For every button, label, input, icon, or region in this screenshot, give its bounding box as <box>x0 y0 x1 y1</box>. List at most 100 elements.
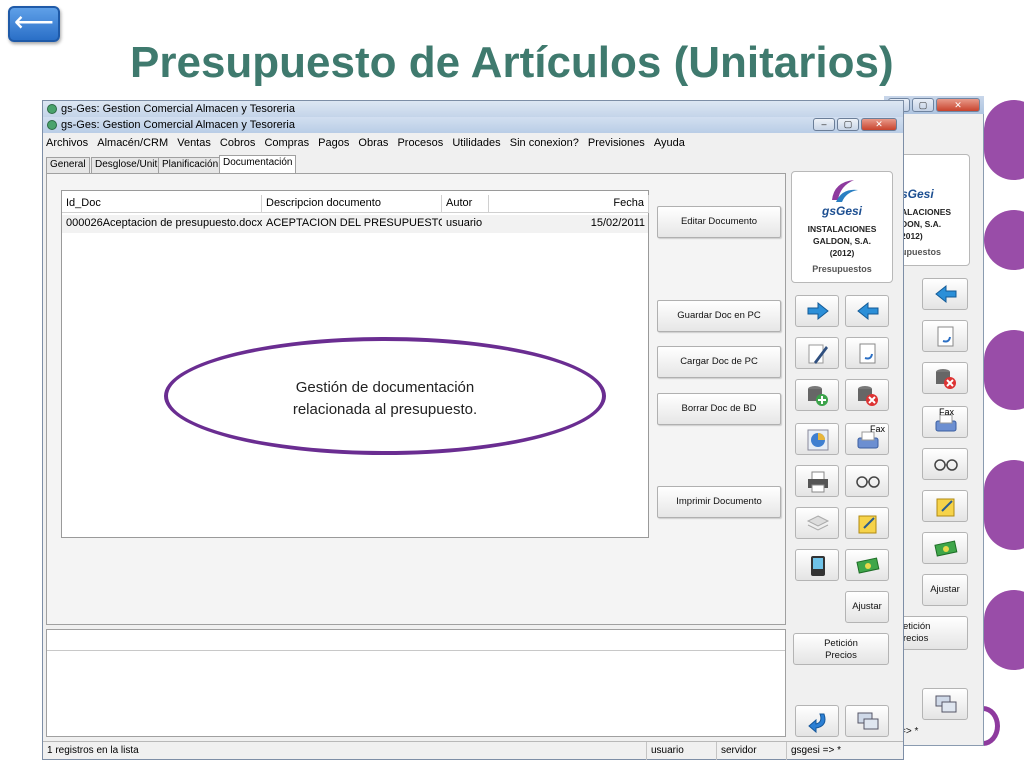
notes-icon <box>936 498 955 517</box>
background-maximize-button[interactable]: ▢ <box>912 98 934 112</box>
bottom-panel <box>46 629 786 737</box>
background-backward-button[interactable] <box>922 278 968 310</box>
background-peticion-precios-button[interactable]: etición recios <box>898 616 968 650</box>
layers-button[interactable] <box>795 507 839 539</box>
ajustar-button[interactable]: Ajustar <box>845 591 889 623</box>
menu-archivos[interactable]: Archivos <box>43 135 91 151</box>
windows-button[interactable] <box>845 705 889 737</box>
app-window: gs-Ges: Gestion Comercial Almacen y Teso… <box>42 100 904 760</box>
background-logo-subtitle: upuestos <box>901 247 942 257</box>
background-logo-line3: 2012) <box>901 231 923 241</box>
printer-icon <box>808 471 828 493</box>
background-logo-name: sGesi <box>901 187 934 201</box>
window-titlebar-outer: gs-Ges: Gestion Comercial Almacen y Teso… <box>43 101 903 117</box>
logo-company-line3: (2012) <box>829 248 855 258</box>
fax-label: Fax <box>870 424 886 434</box>
arrow-right-icon <box>807 301 829 321</box>
gsgesi-logo-icon <box>832 180 858 202</box>
database-delete-icon <box>936 369 956 389</box>
logo-name: gsGesi <box>821 204 863 218</box>
column-fecha[interactable]: Fecha <box>489 195 649 213</box>
background-notes-button[interactable] <box>922 490 968 522</box>
slide: ⟵ Presupuesto de Artículos (Unitarios) –… <box>0 0 1024 768</box>
app-icon <box>47 104 57 114</box>
database-delete-icon <box>858 386 878 406</box>
chart-button[interactable] <box>795 423 839 455</box>
db-add-button[interactable] <box>795 379 839 411</box>
tab-planificacion[interactable]: Planificación <box>158 157 223 173</box>
tab-documentacion[interactable]: Documentación <box>219 155 297 174</box>
backward-button[interactable] <box>845 295 889 327</box>
close-button[interactable]: ✕ <box>861 118 897 131</box>
print-document-button[interactable]: Imprimir Documento <box>657 486 781 518</box>
minimize-button[interactable]: – <box>813 118 835 131</box>
background-undo-doc-button[interactable] <box>922 320 968 352</box>
menu-sin-conexion[interactable]: Sin conexion? <box>507 135 582 151</box>
document-undo-icon <box>937 326 954 347</box>
menu-obras[interactable]: Obras <box>355 135 391 151</box>
menu-compras[interactable]: Compras <box>261 135 312 151</box>
peticion-precios-button[interactable]: Petición Precios <box>793 633 889 665</box>
peticion-line1: Petición <box>824 638 858 649</box>
menu-ayuda[interactable]: Ayuda <box>651 135 688 151</box>
column-id-doc[interactable]: Id_Doc <box>62 195 262 213</box>
background-money-button[interactable] <box>922 532 968 564</box>
column-autor[interactable]: Autor <box>442 195 489 213</box>
tab-desglose-unit[interactable]: Desglose/Unit <box>91 157 162 173</box>
background-windows-button[interactable] <box>922 688 968 720</box>
notes-button[interactable] <box>845 507 889 539</box>
annotation-callout: Gestión de documentación relacionada al … <box>164 337 606 455</box>
menu-bar: Archivos Almacén/CRM Ventas Cobros Compr… <box>43 135 903 153</box>
menu-pagos[interactable]: Pagos <box>315 135 352 151</box>
background-fax-button[interactable]: Fax <box>922 406 968 438</box>
windows-icon <box>935 695 957 713</box>
refresh-arrow-icon <box>808 713 826 734</box>
background-fax-label: Fax <box>939 407 955 417</box>
undo-doc-button[interactable] <box>845 337 889 369</box>
cell-descripcion: ACEPTACION DEL PRESUPUESTO <box>266 217 442 229</box>
cell-autor: usuario <box>446 217 483 229</box>
layers-icon <box>806 515 830 531</box>
back-arrow-icon: ⟵ <box>13 6 55 37</box>
pie-chart-icon <box>807 429 829 451</box>
delete-doc-bd-button[interactable]: Borrar Doc de BD <box>657 393 781 425</box>
status-db: gsgesi => * <box>791 745 842 756</box>
save-doc-pc-button[interactable]: Guardar Doc en PC <box>657 300 781 332</box>
status-server: servidor <box>717 742 787 760</box>
db-delete-button[interactable] <box>845 379 889 411</box>
refresh-button[interactable] <box>795 705 839 737</box>
fax-button[interactable]: Fax <box>845 423 889 455</box>
menu-utilidades[interactable]: Utilidades <box>449 135 503 151</box>
company-logo-panel: gsGesi INSTALACIONES GALDON, S.A. (2012)… <box>791 171 893 283</box>
menu-cobros[interactable]: Cobros <box>217 135 258 151</box>
column-descripcion[interactable]: Descripcion documento <box>262 195 442 213</box>
back-button[interactable]: ⟵ <box>8 6 60 42</box>
edit-document-button[interactable]: Editar Documento <box>657 206 781 238</box>
pda-button[interactable] <box>795 549 839 581</box>
background-swoosh <box>984 330 1024 410</box>
menu-procesos[interactable]: Procesos <box>394 135 446 151</box>
arrow-left-icon <box>857 301 879 321</box>
money-button[interactable] <box>845 549 889 581</box>
slide-title: Presupuesto de Artículos (Unitarios) <box>130 38 894 87</box>
background-db-delete-button[interactable] <box>922 362 968 394</box>
peticion-line2: Precios <box>825 650 857 661</box>
glasses-button[interactable] <box>845 465 889 497</box>
load-doc-pc-button[interactable]: Cargar Doc de PC <box>657 346 781 378</box>
tab-general[interactable]: General <box>46 157 90 173</box>
menu-almacen-crm[interactable]: Almacén/CRM <box>94 135 171 151</box>
edit-button[interactable] <box>795 337 839 369</box>
forward-button[interactable] <box>795 295 839 327</box>
glasses-icon <box>934 459 958 471</box>
menu-ventas[interactable]: Ventas <box>174 135 214 151</box>
background-glasses-button[interactable] <box>922 448 968 480</box>
cell-id-doc: 000026Aceptacion de presupuesto.docx <box>66 217 262 229</box>
print-button[interactable] <box>795 465 839 497</box>
table-row[interactable]: 000026Aceptacion de presupuesto.docx ACE… <box>62 215 648 233</box>
menu-previsiones[interactable]: Previsiones <box>585 135 648 151</box>
background-close-button[interactable]: ✕ <box>936 98 980 112</box>
background-logo-line2: DON, S.A. <box>901 219 942 229</box>
pen-icon <box>808 344 828 364</box>
background-ajustar-button[interactable]: Ajustar <box>922 574 968 606</box>
maximize-button[interactable]: ▢ <box>837 118 859 131</box>
